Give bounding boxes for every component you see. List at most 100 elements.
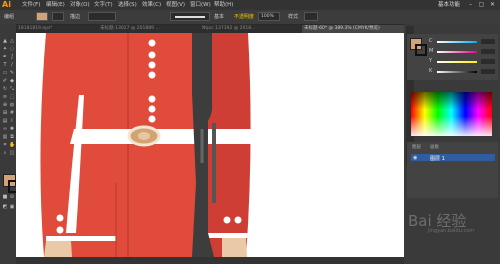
- channel-value-c[interactable]: [481, 39, 495, 44]
- artboard-canvas[interactable]: [16, 33, 404, 257]
- tab-artboards[interactable]: 画板: [430, 144, 439, 151]
- style-label-2: 样式: [288, 14, 299, 20]
- gradient-tool-icon[interactable]: ▤: [2, 118, 8, 124]
- channel-label-c: C: [429, 38, 433, 44]
- close-button[interactable]: ✕: [488, 1, 497, 9]
- selection-tool-icon[interactable]: ▲: [2, 38, 8, 44]
- cuff-button: [56, 214, 64, 222]
- eyedropper-tool-icon[interactable]: ⌇: [9, 118, 15, 124]
- workspace-switcher[interactable]: 基本功能: [438, 1, 460, 9]
- minimize-button[interactable]: –: [466, 1, 475, 9]
- menu-object[interactable]: 对象(O): [70, 0, 90, 10]
- type-tool-icon[interactable]: T: [2, 62, 8, 68]
- artboard-tool-icon[interactable]: ⧉: [9, 134, 15, 140]
- menu-bar: Ai 文件(F) 编辑(E) 对象(O) 文字(T) 选择(S) 效果(C) 视…: [0, 0, 500, 10]
- menu-select[interactable]: 选择(S): [118, 0, 137, 10]
- layer-name[interactable]: 图层 1: [430, 155, 445, 162]
- color-spectrum[interactable]: [411, 92, 492, 136]
- blend-tool-icon[interactable]: ∞: [2, 126, 8, 132]
- color-panel-stroke-swatch[interactable]: [415, 44, 427, 56]
- pen-tool-icon[interactable]: ✒: [2, 54, 8, 60]
- lasso-tool-icon[interactable]: ◌: [9, 46, 15, 52]
- coat-button: [148, 71, 156, 79]
- screen-mode-icon[interactable]: ▣: [9, 204, 15, 210]
- graphic-style-swatch[interactable]: [304, 12, 318, 21]
- coat-button: [148, 51, 156, 59]
- opacity-label[interactable]: 不透明度: [234, 13, 254, 21]
- channel-value-m[interactable]: [481, 49, 495, 54]
- print-tiling-tool-icon[interactable]: ◫: [9, 150, 15, 156]
- channel-slider-k[interactable]: [437, 71, 477, 73]
- hand-right: [222, 238, 247, 257]
- live-paint-tool-icon[interactable]: ◍: [9, 102, 15, 108]
- coat-button: [148, 61, 156, 69]
- rotate-tool-icon[interactable]: ↻: [2, 86, 8, 92]
- color-mode-icon[interactable]: ■: [2, 194, 8, 200]
- menu-window[interactable]: 窗口(W): [190, 0, 211, 10]
- opacity-field[interactable]: 100%: [258, 12, 280, 21]
- line-tool-icon[interactable]: /: [9, 62, 15, 68]
- magic-wand-tool-icon[interactable]: ✦: [2, 46, 8, 52]
- tab-document-1[interactable]: 18181819.eps*: [16, 25, 96, 33]
- maximize-button[interactable]: ▢: [477, 1, 486, 9]
- channel-label-m: M: [429, 48, 434, 54]
- tab-layers[interactable]: 图层: [412, 144, 421, 151]
- menu-effect[interactable]: 效果(C): [142, 0, 161, 10]
- guard-illustration: [40, 33, 254, 257]
- menu-help[interactable]: 帮助(H): [214, 0, 233, 10]
- column-graph-tool-icon[interactable]: ▥: [2, 134, 8, 140]
- scale-tool-icon[interactable]: ⤡: [9, 86, 15, 92]
- tab-document-3[interactable]: Ntpic 137392 @ 2018...: [200, 25, 300, 33]
- symbol-sprayer-tool-icon[interactable]: ✺: [9, 126, 15, 132]
- none-mode-icon[interactable]: ⊘: [9, 194, 15, 200]
- layer-row[interactable]: ◉: [411, 154, 495, 161]
- shape-builder-tool-icon[interactable]: ⊕: [2, 102, 8, 108]
- width-tool-icon[interactable]: ≋: [2, 94, 8, 100]
- menu-file[interactable]: 文件(F): [22, 0, 40, 10]
- curvature-tool-icon[interactable]: ∫: [9, 54, 15, 60]
- free-transform-tool-icon[interactable]: ⬚: [9, 94, 15, 100]
- channel-value-k[interactable]: [481, 69, 495, 74]
- stroke-color-swatch[interactable]: [52, 12, 64, 21]
- control-bar: 编组 描边 基本 不透明度 100% 样式: [0, 10, 500, 25]
- slice-tool-icon[interactable]: ⌗: [2, 142, 8, 148]
- channel-slider-m[interactable]: [437, 51, 477, 53]
- rectangle-tool-icon[interactable]: ▭: [2, 70, 8, 76]
- fill-color-swatch[interactable]: [36, 12, 48, 21]
- menu-edit[interactable]: 编辑(E): [46, 0, 65, 10]
- eraser-tool-icon[interactable]: ◆: [9, 78, 15, 84]
- menu-view[interactable]: 视图(V): [166, 0, 185, 10]
- menu-type[interactable]: 文字(T): [94, 0, 113, 10]
- eye-icon[interactable]: ◉: [413, 155, 417, 161]
- draw-normal-icon[interactable]: ◩: [2, 204, 8, 210]
- hand-tool-icon[interactable]: ✋: [9, 142, 15, 148]
- color-panel: C M Y K: [407, 34, 498, 80]
- app-logo: Ai: [2, 0, 11, 9]
- cuff-trim-left: [46, 236, 116, 241]
- channel-value-y[interactable]: [481, 59, 495, 64]
- tab-document-2[interactable]: 未标题-13027 @ 201889 ...: [98, 25, 198, 33]
- cuff-button: [223, 216, 231, 224]
- zoom-tool-icon[interactable]: ⌕: [2, 150, 8, 156]
- coat-button: [148, 95, 156, 103]
- tools-panel: ▲ △ ✦ ◌ ✒ ∫ T / ▭ ✎ ✐ ◆ ↻ ⤡ ≋ ⬚ ⊕ ◍ ⊞ # …: [0, 24, 21, 264]
- watermark-url: jingyan.baidu.com: [428, 228, 475, 234]
- tab-document-active[interactable]: 未标题-60* @ 389.3% (CMYK/预览): [302, 25, 406, 33]
- perspective-grid-tool-icon[interactable]: ⊞: [2, 110, 8, 116]
- selection-type-label: 编组: [4, 14, 15, 20]
- channel-slider-y[interactable]: [437, 61, 477, 63]
- stroke-weight-field[interactable]: [88, 12, 116, 21]
- paintbrush-tool-icon[interactable]: ✎: [9, 70, 15, 76]
- channel-slider-c[interactable]: [437, 41, 477, 43]
- belt-buckle-center: [138, 132, 150, 140]
- mesh-tool-icon[interactable]: #: [9, 110, 15, 116]
- coat-button: [148, 105, 156, 113]
- white-belt: [70, 129, 254, 144]
- shaper-tool-icon[interactable]: ✐: [2, 78, 8, 84]
- coat-button: [148, 115, 156, 123]
- direct-selection-tool-icon[interactable]: △: [9, 38, 15, 44]
- brush-definition-dropdown[interactable]: [170, 12, 210, 21]
- status-bar: [16, 257, 404, 264]
- cuff-button: [234, 216, 242, 224]
- style-label: 基本: [214, 14, 225, 20]
